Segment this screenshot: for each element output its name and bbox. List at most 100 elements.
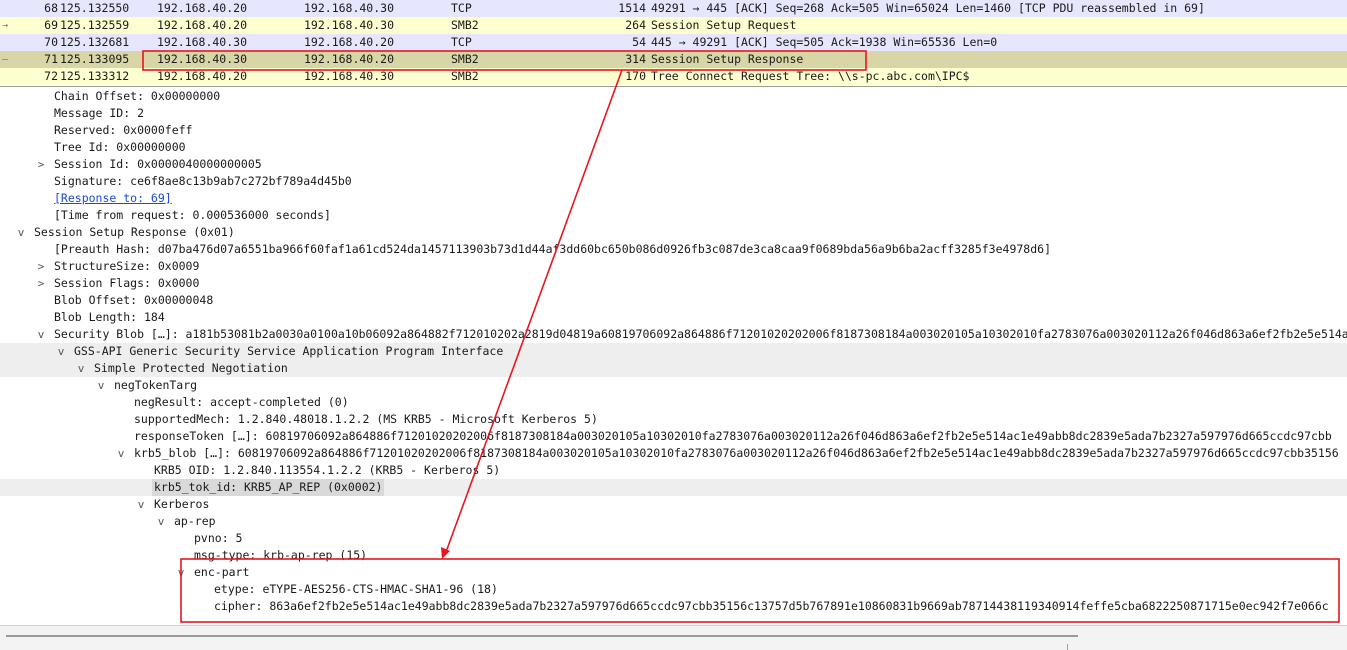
collapse-chevron-icon[interactable]: v <box>135 496 147 513</box>
packet-time: 125.133095 <box>60 52 130 66</box>
tree-item[interactable]: [Time from request: 0.000536000 seconds] <box>0 207 1347 224</box>
tree-item[interactable]: Chain Offset: 0x00000000 <box>0 88 1347 105</box>
tree-item[interactable]: [Preauth Hash: d07ba476d07a6551ba966f60f… <box>0 241 1347 258</box>
field-blob-offset: Blob Offset: 0x00000048 <box>54 293 214 307</box>
packet-number: 68 <box>44 1 58 15</box>
field-cipher: cipher: 863a6ef2fb2e5e514ac1e49abb8dc283… <box>214 599 1329 613</box>
tree-item[interactable]: responseToken […]: 60819706092a864886f71… <box>0 428 1347 445</box>
packet-row[interactable]: 70 125.132681 192.168.40.30 192.168.40.2… <box>0 34 1347 51</box>
collapse-chevron-icon[interactable]: v <box>55 343 67 360</box>
field-session-id: Session Id: 0x0000040000000005 <box>54 157 262 171</box>
packet-time: 125.132681 <box>60 35 130 49</box>
packet-time: 125.132550 <box>60 1 130 15</box>
packet-info: Session Setup Request <box>651 18 797 32</box>
packet-destination: 192.168.40.30 <box>304 1 395 15</box>
collapse-chevron-icon[interactable]: v <box>75 360 87 377</box>
packet-number: 69 <box>44 18 58 32</box>
section-session-setup-response: Session Setup Response (0x01) <box>34 225 235 239</box>
field-reserved: Reserved: 0x0000feff <box>54 123 193 137</box>
collapse-chevron-icon[interactable]: v <box>115 445 127 462</box>
field-krb5-tok-id: krb5_tok_id: KRB5_AP_REP (0x0002) <box>152 479 385 496</box>
tree-item[interactable]: msg-type: krb-ap-rep (15) <box>0 547 1347 564</box>
packet-destination: 192.168.40.20 <box>304 52 395 66</box>
packet-row-selected[interactable]: — 71 125.133095 192.168.40.30 192.168.40… <box>0 51 1347 68</box>
packet-row[interactable]: → 69 125.132559 192.168.40.20 192.168.40… <box>0 17 1347 34</box>
field-tree-id: Tree Id: 0x00000000 <box>54 140 186 154</box>
tree-item[interactable]: KRB5 OID: 1.2.840.113554.1.2.2 (KRB5 - K… <box>0 462 1347 479</box>
tree-item[interactable]: > Session Flags: 0x0000 <box>0 275 1347 292</box>
tree-item[interactable]: cipher: 863a6ef2fb2e5e514ac1e49abb8dc283… <box>0 598 1347 615</box>
tree-item[interactable]: Signature: ce6f8ae8c13b9ab7c272bf789a4d4… <box>0 173 1347 190</box>
packet-row[interactable]: 68 125.132550 192.168.40.20 192.168.40.3… <box>0 0 1347 17</box>
tree-item[interactable]: v GSS-API Generic Security Service Appli… <box>0 343 1347 360</box>
section-negtokentarg: negTokenTarg <box>114 378 198 392</box>
tree-item[interactable]: > StructureSize: 0x0009 <box>0 258 1347 275</box>
collapse-chevron-icon[interactable]: v <box>15 224 27 241</box>
packet-destination: 192.168.40.30 <box>304 69 395 83</box>
tree-item[interactable]: Blob Offset: 0x00000048 <box>0 292 1347 309</box>
packet-protocol: TCP <box>451 35 472 49</box>
packet-time: 125.133312 <box>60 69 130 83</box>
packet-source: 192.168.40.20 <box>157 1 248 15</box>
tree-item[interactable]: Tree Id: 0x00000000 <box>0 139 1347 156</box>
response-to-link[interactable]: [Response to: 69] <box>54 190 172 207</box>
horizontal-scrollbar[interactable] <box>6 635 1078 637</box>
packet-number: 71 <box>44 52 58 66</box>
tree-item[interactable]: Reserved: 0x0000feff <box>0 122 1347 139</box>
field-supported-mech: supportedMech: 1.2.840.48018.1.2.2 (MS K… <box>134 412 598 426</box>
tree-item[interactable]: negResult: accept-completed (0) <box>0 394 1347 411</box>
packet-source: 192.168.40.30 <box>157 35 248 49</box>
tree-item[interactable]: > Session Id: 0x0000040000000005 <box>0 156 1347 173</box>
packet-source: 192.168.40.30 <box>157 52 248 66</box>
field-session-flags: Session Flags: 0x0000 <box>54 276 200 290</box>
collapse-chevron-icon[interactable]: v <box>35 326 47 343</box>
expand-chevron-icon[interactable]: > <box>35 156 47 173</box>
packet-info: Tree Connect Request Tree: \\s-pc.abc.co… <box>651 69 970 83</box>
tree-item[interactable]: etype: eTYPE-AES256-CTS-HMAC-SHA1-96 (18… <box>0 581 1347 598</box>
tree-item[interactable]: v enc-part <box>0 564 1347 581</box>
collapse-chevron-icon[interactable]: v <box>155 513 167 530</box>
packet-destination: 192.168.40.30 <box>304 18 395 32</box>
tree-item[interactable]: [Response to: 69] <box>0 190 1347 207</box>
field-krb5-blob: krb5_blob […]: 60819706092a864886f712010… <box>134 446 1339 460</box>
collapse-chevron-icon[interactable]: v <box>175 564 187 581</box>
tree-item[interactable]: Message ID: 2 <box>0 105 1347 122</box>
tree-item[interactable]: v ap-rep <box>0 513 1347 530</box>
packet-number: 72 <box>44 69 58 83</box>
field-response-token: responseToken […]: 60819706092a864886f71… <box>134 429 1332 443</box>
section-gss-api: GSS-API Generic Security Service Applica… <box>74 344 504 358</box>
field-blob-length: Blob Length: 184 <box>54 310 165 324</box>
packet-length: 314 <box>625 52 646 66</box>
field-message-id: Message ID: 2 <box>54 106 145 120</box>
tree-item[interactable]: v Simple Protected Negotiation <box>0 360 1347 377</box>
tree-item[interactable]: Blob Length: 184 <box>0 309 1347 326</box>
packet-time: 125.132559 <box>60 18 130 32</box>
packet-row[interactable]: 72 125.133312 192.168.40.20 192.168.40.3… <box>0 68 1347 85</box>
tree-item[interactable]: v Session Setup Response (0x01) <box>0 224 1347 241</box>
expand-chevron-icon[interactable]: > <box>35 258 47 275</box>
field-security-blob: Security Blob […]: a181b53081b2a0030a010… <box>54 327 1347 341</box>
tree-item[interactable]: v krb5_blob […]: 60819706092a864886f7120… <box>0 445 1347 462</box>
packet-protocol: SMB2 <box>451 18 479 32</box>
section-spnego: Simple Protected Negotiation <box>94 361 288 375</box>
collapse-chevron-icon[interactable]: v <box>95 377 107 394</box>
tree-item-selected[interactable]: krb5_tok_id: KRB5_AP_REP (0x0002) <box>0 479 1347 496</box>
packet-protocol: SMB2 <box>451 69 479 83</box>
packet-info: 49291 → 445 [ACK] Seq=268 Ack=505 Win=65… <box>651 1 1205 15</box>
section-ap-rep: ap-rep <box>174 514 216 528</box>
tree-item[interactable]: supportedMech: 1.2.840.48018.1.2.2 (MS K… <box>0 411 1347 428</box>
tree-item[interactable]: pvno: 5 <box>0 530 1347 547</box>
tree-item[interactable]: v negTokenTarg <box>0 377 1347 394</box>
tree-item[interactable]: v Kerberos <box>0 496 1347 513</box>
field-time-from-request: [Time from request: 0.000536000 seconds] <box>54 208 331 222</box>
field-signature: Signature: ce6f8ae8c13b9ab7c272bf789a4d4… <box>54 174 352 188</box>
tree-item[interactable]: v Security Blob […]: a181b53081b2a0030a0… <box>0 326 1347 343</box>
field-etype: etype: eTYPE-AES256-CTS-HMAC-SHA1-96 (18… <box>214 582 498 596</box>
field-pvno: pvno: 5 <box>194 531 243 545</box>
section-enc-part: enc-part <box>194 565 250 579</box>
expand-chevron-icon[interactable]: > <box>35 275 47 292</box>
section-kerberos: Kerberos <box>154 497 210 511</box>
packet-length: 170 <box>625 69 646 83</box>
field-msg-type: msg-type: krb-ap-rep (15) <box>194 548 368 562</box>
packet-length: 264 <box>625 18 646 32</box>
